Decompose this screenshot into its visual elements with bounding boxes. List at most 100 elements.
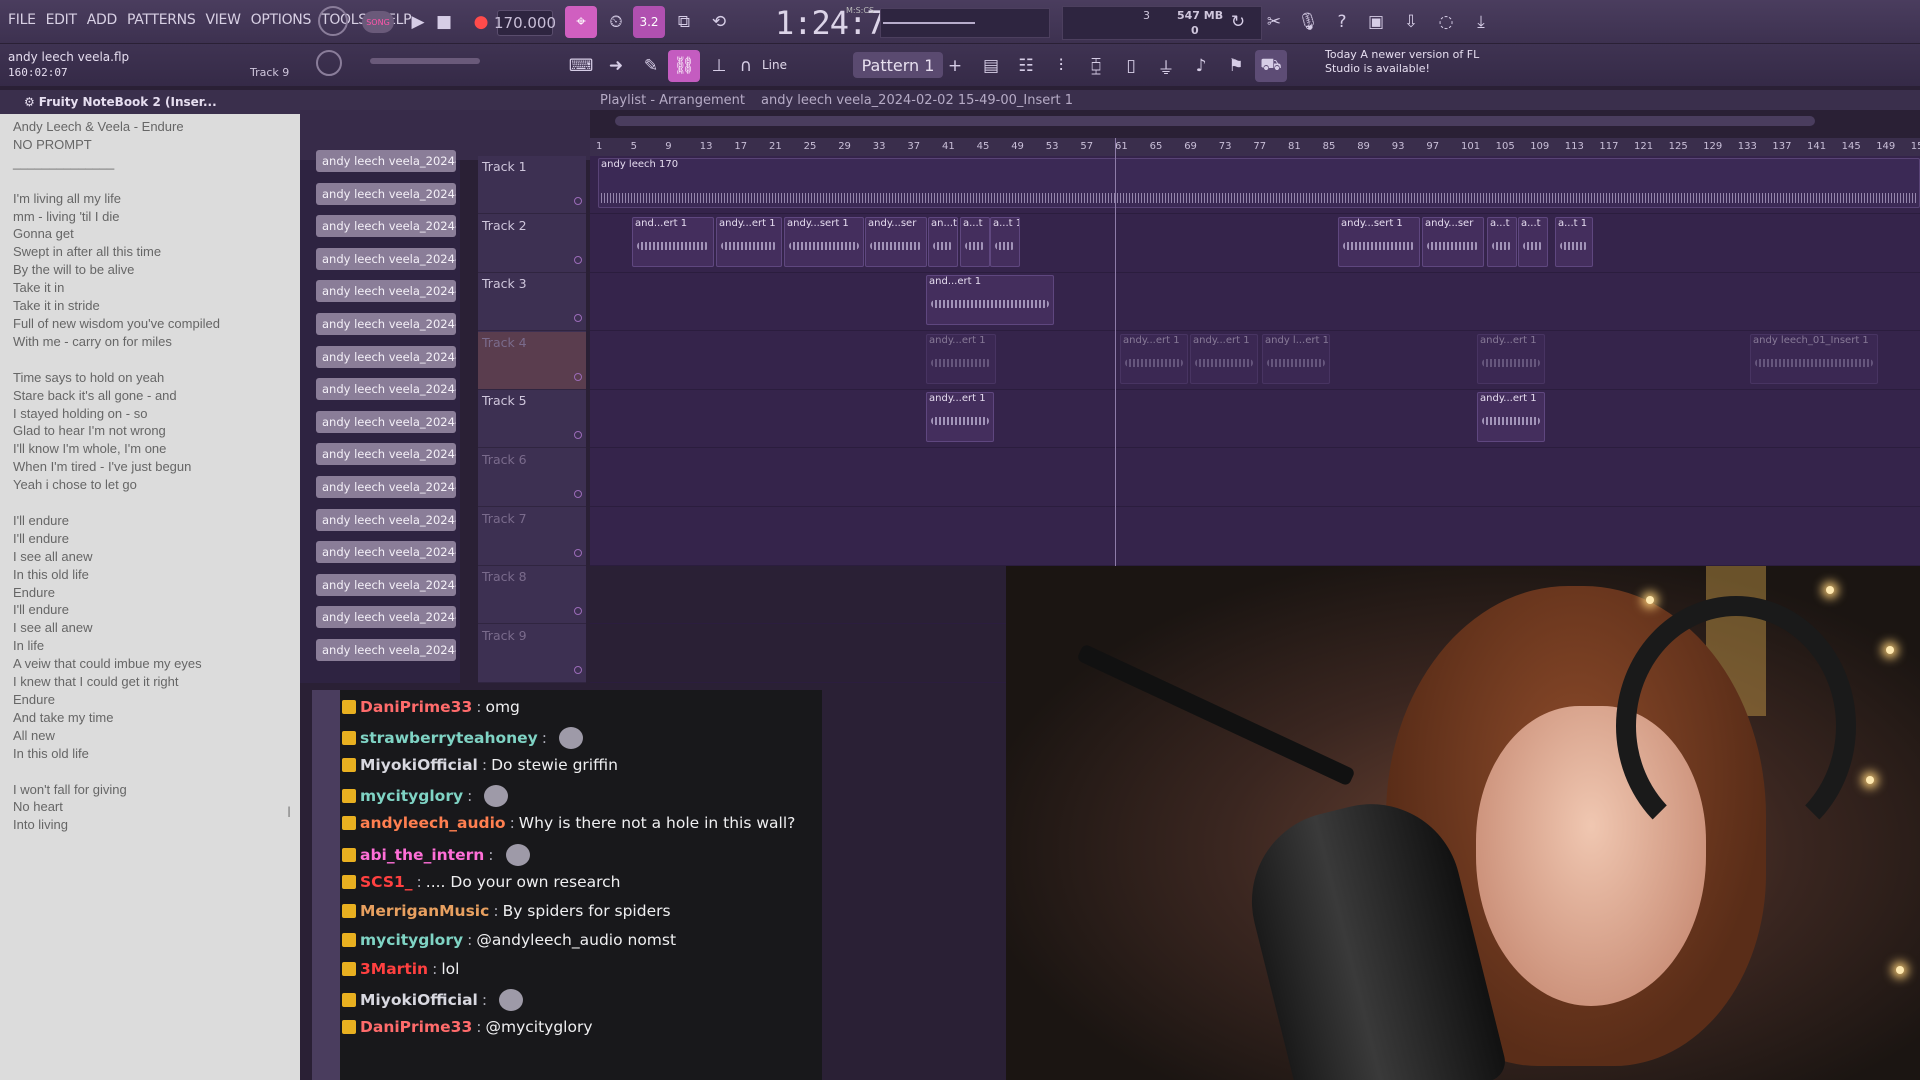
track-header[interactable]: Track 1 — [478, 156, 586, 214]
add-pattern-icon[interactable]: + — [945, 50, 965, 82]
channel-item[interactable]: andy leech veela_2024-0... — [316, 508, 456, 531]
channel-item[interactable]: andy leech veela_2024-0... — [316, 280, 456, 303]
menu-edit[interactable]: EDIT — [46, 12, 77, 28]
chat-username[interactable]: strawberryteahoney — [360, 729, 538, 747]
plug-icon[interactable]: ⏚ — [1150, 50, 1182, 82]
track-header[interactable]: Track 8 — [478, 566, 586, 625]
track-header[interactable]: Track 9 — [478, 625, 586, 683]
audio-clip[interactable]: andy...sert 1 — [784, 216, 864, 267]
channel-item[interactable]: andy leech veela_2024-0... — [316, 410, 456, 433]
pattern-selector[interactable]: Pattern 1 — [853, 52, 943, 78]
master-volume-knob[interactable] — [318, 6, 348, 36]
channel-item[interactable]: andy leech veela_2024-0... — [316, 378, 456, 401]
chat-username[interactable]: MerriganMusic — [360, 902, 489, 920]
chat-username[interactable]: mycityglory — [360, 787, 463, 805]
channel-item[interactable]: andy leech veela_2024-0... — [316, 215, 456, 238]
chat-username[interactable]: DaniPrime33 — [360, 1018, 472, 1036]
playhead[interactable] — [1115, 138, 1116, 566]
record-icon[interactable]: ● — [465, 6, 497, 38]
mixer-icon[interactable]: ⫶ — [1045, 50, 1077, 82]
news-panel[interactable]: Today A newer version of FL Studio is av… — [1325, 48, 1480, 76]
track-header[interactable]: Track 3 — [478, 273, 586, 332]
download-icon[interactable]: ⤓ — [1465, 6, 1497, 38]
audio-clip[interactable]: andy...ert 1 — [1190, 333, 1258, 384]
playlist-grid[interactable]: andy leech 170 and...ert 1 andy...ert 1 an… — [590, 156, 1920, 683]
cart-icon[interactable]: ⛟ — [1255, 50, 1287, 82]
track-header[interactable]: Track 2 — [478, 215, 586, 273]
chat-username[interactable]: abi_the_intern — [360, 846, 484, 864]
track-mute-icon[interactable] — [574, 372, 582, 381]
master-pitch-slider[interactable] — [370, 58, 480, 64]
track-header[interactable]: Track 7 — [478, 508, 586, 566]
audio-clip[interactable]: andy...ert 1 — [926, 392, 994, 443]
channel-item[interactable]: andy leech veela_2024-0... — [316, 606, 456, 629]
snap-selector[interactable]: Line — [758, 54, 818, 76]
channel-item[interactable]: andy leech veela_2024-0... — [316, 247, 456, 270]
tempo-display[interactable]: 170.000 — [494, 10, 556, 36]
audio-clip[interactable]: andy...ert 1 — [716, 216, 782, 267]
wait-input-icon[interactable]: ⏲ — [600, 6, 632, 38]
playlist-icon[interactable]: ▤ — [975, 50, 1007, 82]
chat-username[interactable]: DaniPrime33 — [360, 698, 472, 716]
audio-clip[interactable]: a...t — [1487, 216, 1517, 267]
link-icon[interactable]: ⛓ — [668, 50, 700, 82]
audio-clip[interactable]: and...ert 1 — [632, 216, 714, 267]
track-lane[interactable] — [590, 508, 1920, 566]
chat-username[interactable]: 3Martin — [360, 960, 428, 978]
channel-item[interactable]: andy leech veela_2024-0... — [316, 443, 456, 466]
track-mute-icon[interactable] — [574, 665, 582, 674]
track-header[interactable]: Track 6 — [478, 449, 586, 507]
channel-item[interactable]: andy leech veela_2024-0... — [316, 476, 456, 498]
audio-clip[interactable]: a...t — [1518, 216, 1548, 267]
stop-icon[interactable]: ■ — [428, 6, 460, 38]
arrow-right-icon[interactable]: ➜ — [600, 50, 632, 82]
chat-username[interactable]: mycityglory — [360, 931, 463, 949]
channel-rack-icon[interactable]: ☷ — [1010, 50, 1042, 82]
track-mute-icon[interactable] — [574, 255, 582, 264]
channel-item[interactable]: andy leech veela_2024-0... — [316, 182, 456, 205]
song-mode-toggle[interactable]: SONG — [362, 11, 394, 33]
audio-clip[interactable]: andy...ert 1 — [1120, 333, 1188, 384]
audio-clip[interactable]: a...t — [960, 216, 990, 267]
track-mute-icon[interactable] — [574, 548, 582, 557]
plugin-icon[interactable]: ⧮ — [1080, 50, 1112, 82]
channel-item[interactable]: andy leech veela_2024-0... — [316, 345, 456, 368]
step-edit-icon[interactable]: ⧉ — [668, 6, 700, 38]
track-mute-icon[interactable] — [574, 607, 582, 616]
notebook-panel[interactable]: Andy Leech & Veela - Endure NO PROMPT __… — [0, 114, 300, 1080]
audio-clip[interactable]: a...t 1 — [1555, 216, 1593, 267]
flag-icon[interactable]: ⚑ — [1220, 50, 1252, 82]
track-header[interactable]: Track 4 — [478, 331, 586, 390]
chat-icon[interactable]: ◌ — [1430, 6, 1462, 38]
timeline-ruler[interactable]: 1 5 9 13 17 21 25 29 33 37 41 45 49 53 57 61 65 69 73 77 81 8… — [590, 138, 1920, 156]
save-icon[interactable]: ▣ — [1360, 6, 1392, 38]
track-lane[interactable] — [590, 156, 1920, 214]
audio-clip[interactable]: andy...ser — [1422, 216, 1484, 267]
track-mute-icon[interactable] — [574, 490, 582, 498]
menu-file[interactable]: FILE — [8, 12, 36, 28]
menu-view[interactable]: VIEW — [205, 12, 241, 28]
cut-icon[interactable]: ✂ — [1258, 6, 1290, 38]
track-lane[interactable] — [590, 449, 1920, 507]
track-mute-icon[interactable] — [574, 431, 582, 440]
export-icon[interactable]: ⇩ — [1395, 6, 1427, 38]
chat-username[interactable]: andyleech_audio — [360, 814, 506, 832]
refresh-icon[interactable]: ↻ — [1222, 6, 1254, 38]
chat-username[interactable]: MiyokiOfficial — [360, 756, 478, 774]
pitch-knob[interactable] — [316, 50, 342, 76]
menu-options[interactable]: OPTIONS — [251, 12, 312, 28]
microphone-icon[interactable]: 🎙 — [1292, 6, 1324, 38]
menu-add[interactable]: ADD — [87, 12, 118, 28]
audio-clip[interactable]: an...t — [928, 216, 958, 267]
audio-clip[interactable]: andy...ser — [865, 216, 927, 267]
gear-icon[interactable]: ⚙ — [24, 95, 35, 109]
audio-clip[interactable]: a...t 1 — [990, 216, 1020, 267]
metronome-icon[interactable]: ⌖ — [565, 6, 597, 38]
countdown-icon[interactable]: 3.2 — [633, 6, 665, 38]
brush-icon[interactable]: ✎ — [635, 50, 667, 82]
track-mute-icon[interactable] — [574, 314, 582, 323]
audio-clip[interactable]: andy...ert 1 — [1477, 392, 1545, 443]
tempo-tap-icon[interactable]: ♪ — [1185, 50, 1217, 82]
horizontal-scrollbar[interactable] — [615, 116, 1815, 126]
help-icon[interactable]: ? — [1326, 6, 1358, 38]
